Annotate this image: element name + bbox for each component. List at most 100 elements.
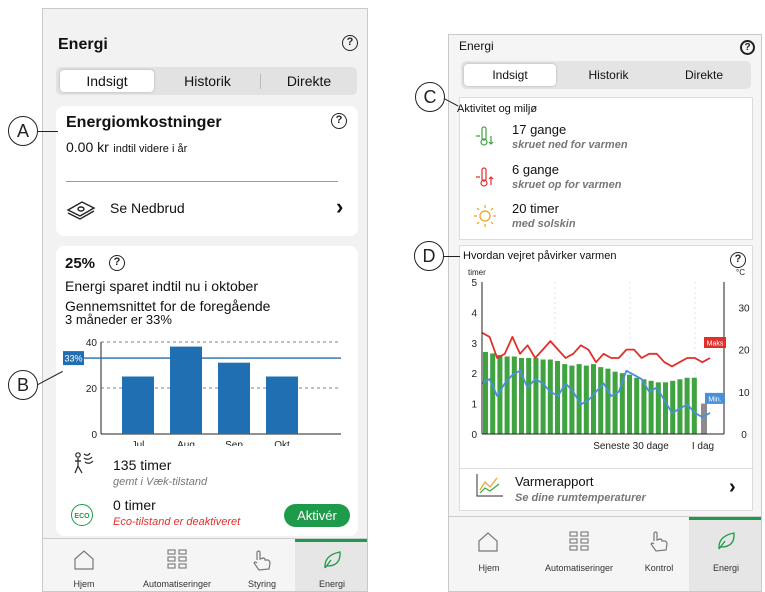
bar [266,376,298,434]
savings-percent: 25% [65,255,96,272]
activity-value-2: 6 gange [512,162,559,177]
bar [562,364,568,434]
monthly-savings-chart: 0 20 40 Jul Aug Sep Okt 33% [63,338,341,446]
tab-hjem[interactable]: Hjem [449,517,529,591]
bottom-tab-bar: Hjem Automatiseringer Styring Energi [43,538,367,591]
cost-amount: 0.00 kr [66,139,109,155]
eco-status: Eco-tilstand er deaktiveret [113,516,241,528]
callout-a: A [8,116,38,146]
right-tick-label: 0 [741,430,747,441]
cost-card-title: Energiomkostninger [66,114,222,131]
savings-help-icon[interactable]: ? [109,255,125,271]
y-tick-label: 0 [91,430,97,441]
page-title: Energi [58,36,108,53]
cost-help-icon[interactable]: ? [331,113,347,129]
tab-kontrol[interactable]: Kontrol [629,517,689,591]
bar [490,353,496,434]
maks-label: Maks [707,341,724,348]
report-sub: Se dine rumtemperaturer [515,492,646,504]
eco-badge-text: ECO [74,513,90,520]
tab-direkte[interactable]: Direkte [658,64,750,86]
bar [218,362,250,434]
tab-hjem[interactable]: Hjem [43,539,125,591]
tab-label: Kontrol [644,563,674,573]
tab-label: Automatiseringer [544,563,614,573]
right-tick-label: 30 [738,303,750,314]
money-icon [66,201,96,220]
activity-sub-1: skruet ned for varmen [512,139,628,151]
tab-energi[interactable]: Energi [689,517,761,591]
divider [66,181,338,182]
cost-amount-row: 0.00 kr indtil videre i år [66,139,187,157]
tab-automatiseringer[interactable]: Automatiseringer [125,539,229,591]
eco-value: 0 timer [113,497,156,513]
tab-direkte[interactable]: Direkte [264,70,354,92]
segmented-control: Indsigt Historik Direkte [56,67,357,95]
segmented-control: Indsigt Historik Direkte [461,61,751,89]
help-icon[interactable]: ? [740,40,755,55]
left-axis-unit: timer [468,268,486,277]
bar [691,377,697,434]
vacation-value: 135 timer [113,457,172,473]
bottom-tab-bar: Hjem Automatiseringer Kontrol Energi [449,516,761,591]
y-tick-label: 20 [86,384,98,395]
chevron-right-icon: › [336,194,344,219]
tab-historik[interactable]: Historik [561,64,656,86]
thermometer-down-icon [476,126,494,146]
weather-chart: timer °C 0 1 2 3 4 5 0 10 20 30 Maks Min. Seneste 30 d… [468,268,750,452]
tab-historik[interactable]: Historik [160,70,255,92]
tab-label: Automatiseringer [142,579,212,589]
activity-sub-3: med solskin [512,218,576,230]
tab-automatiseringer[interactable]: Automatiseringer [529,517,629,591]
tab-label: Styring [247,579,276,589]
right-tick-label: 10 [738,388,750,399]
right-axis-unit: °C [736,268,745,277]
tab-styring[interactable]: Styring [229,539,295,591]
weather-card: Hvordan vejret påvirker varmen ? timer °C… [459,245,754,511]
eco-icon: ECO [71,504,93,526]
x-tick-label: Aug [177,440,195,446]
tab-label: Hjem [73,579,95,589]
bar [605,368,611,434]
bar [670,380,676,434]
bar [504,356,510,434]
tab-energi[interactable]: Energi [295,539,367,591]
chart-report-icon [476,474,503,497]
callout-d-line [443,256,460,258]
tab-label: Energi [712,563,739,573]
callout-b: B [8,370,38,400]
hand-touch-icon [650,531,668,552]
tab-label: Energi [318,579,345,589]
callout-d: D [414,241,444,271]
callout-c: C [415,82,445,112]
left-tick-label: 5 [471,278,477,289]
right-tick-label: 20 [738,346,750,357]
tab-indsigt[interactable]: Indsigt [464,64,556,86]
divider [460,468,754,469]
bar [663,382,669,434]
bar [555,361,561,434]
bar [598,367,604,434]
tab-indsigt[interactable]: Indsigt [60,70,154,92]
help-icon[interactable]: ? [342,35,358,51]
average-badge-label: 33% [64,354,82,364]
hand-touch-icon [253,550,271,571]
breakdown-link[interactable]: Se Nedbrud › [64,194,349,224]
x-tick-label: Jul [132,440,145,446]
report-title: Varmerapport [515,474,594,489]
tab-label: Hjem [478,563,500,573]
callout-a-line [38,131,58,133]
vacation-sub: gemt i Væk-tilstand [113,476,208,488]
left-tick-label: 2 [471,369,477,380]
activity-value-1: 17 gange [512,122,567,137]
grid-icon [569,531,589,551]
bar [540,359,546,434]
weather-title: Hvordan vejret påvirker varmen [463,250,617,262]
bar [519,358,525,434]
bar [612,371,618,434]
activity-value-3: 20 timer [512,201,559,216]
bar [122,376,154,434]
report-link[interactable]: Varmerapport Se dine rumtemperaturer › [515,472,745,508]
left-tick-label: 3 [471,339,477,350]
activate-button[interactable]: Aktivér [284,504,350,527]
